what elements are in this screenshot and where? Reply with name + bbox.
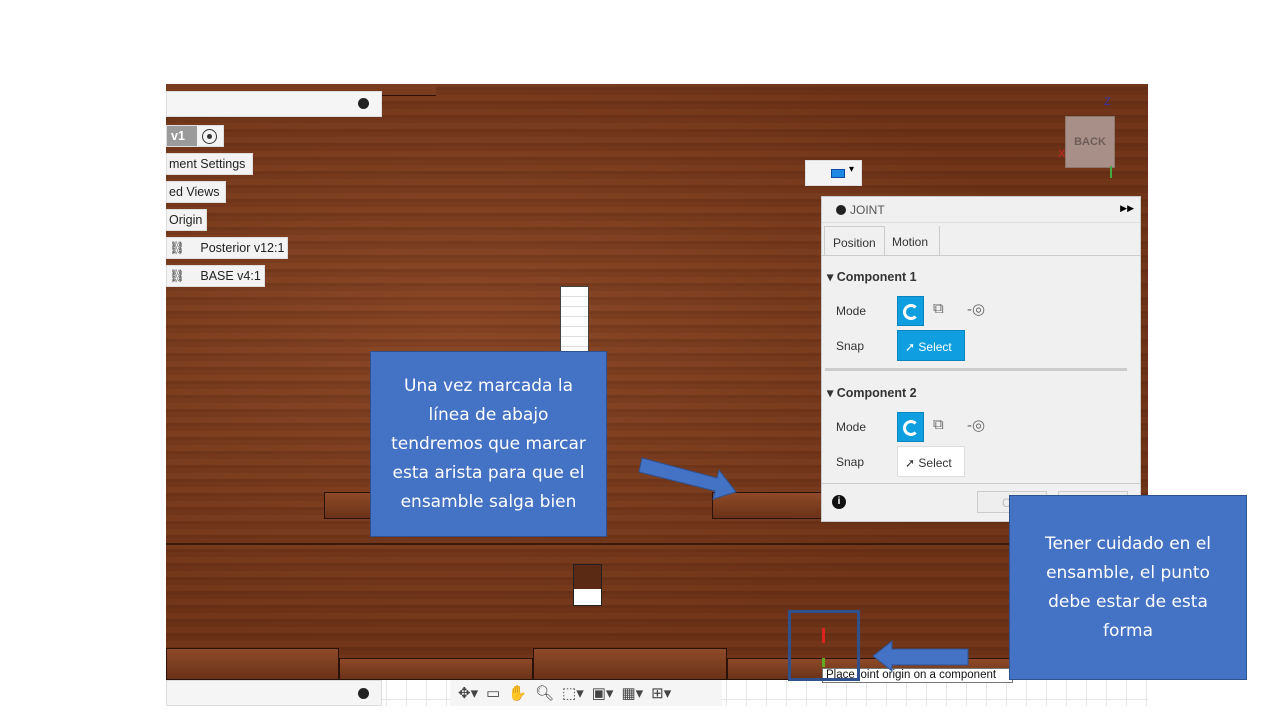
link-icon: ⛓ bbox=[169, 241, 185, 255]
tab-motion[interactable]: Motion bbox=[885, 226, 940, 255]
link-icon: ⛓ bbox=[169, 269, 185, 283]
joint-title: JOINT bbox=[850, 203, 885, 217]
snap-select-button[interactable]: ➚ Select bbox=[897, 446, 965, 477]
component2-heading[interactable]: ▾ Component 2 bbox=[827, 385, 917, 400]
tab-position[interactable]: Position bbox=[824, 226, 885, 256]
viewports-icon[interactable]: ⊞▾ bbox=[651, 684, 671, 702]
chevron-down-icon[interactable]: ▾ bbox=[849, 164, 854, 175]
fusion-viewport[interactable]: v1 ment Settings ed Views Origin ⛓ Poste… bbox=[166, 84, 1148, 706]
callout-left: Una vez marcada la línea de abajo tendre… bbox=[370, 351, 607, 537]
mode-label: Mode bbox=[836, 420, 867, 434]
callout-right: Tener cuidado en el ensamble, el punto d… bbox=[1009, 495, 1247, 680]
browser-item[interactable]: Origin bbox=[166, 209, 207, 231]
browser-item[interactable]: ⛓ BASE v4:1 bbox=[166, 265, 265, 287]
component1-heading[interactable]: ▾ Component 1 bbox=[827, 269, 917, 284]
display-settings-icon[interactable]: ▣▾ bbox=[592, 684, 614, 702]
axis-y-marker bbox=[1110, 166, 1112, 178]
arrow-left bbox=[872, 639, 969, 673]
plank-left-tab bbox=[324, 492, 372, 519]
display-toolbar[interactable]: ▾ bbox=[805, 160, 862, 186]
collapse-icon[interactable] bbox=[836, 205, 846, 215]
slot-small bbox=[573, 564, 602, 606]
browser-root[interactable]: v1 bbox=[166, 125, 224, 147]
mode-label: Mode bbox=[836, 304, 867, 318]
grid-icon[interactable]: ▦▾ bbox=[621, 684, 643, 702]
between-two-faces-icon[interactable]: ⧉ bbox=[933, 300, 944, 317]
expand-plus-icon[interactable] bbox=[358, 688, 369, 699]
snap-label: Snap bbox=[836, 455, 865, 469]
activate-radio-icon[interactable] bbox=[202, 129, 217, 144]
highlight-box bbox=[788, 610, 860, 681]
snap-select-button[interactable]: ➚ Select bbox=[897, 330, 965, 361]
simple-icon bbox=[903, 420, 919, 436]
navigation-toolbar: ✥▾ ▭ ✋ 🔍︎ ⬚▾ ▣▾ ▦▾ ⊞▾ bbox=[450, 680, 722, 706]
plank-bottom-1 bbox=[166, 648, 339, 680]
simple-icon bbox=[903, 304, 919, 320]
browser-item[interactable]: ment Settings bbox=[166, 153, 253, 175]
browser-header bbox=[166, 91, 382, 117]
mode-simple-button[interactable] bbox=[897, 296, 924, 326]
root-label: v1 bbox=[167, 126, 197, 146]
two-edge-intersection-icon[interactable]: -◎ bbox=[967, 300, 985, 318]
two-edge-intersection-icon[interactable]: -◎ bbox=[967, 416, 985, 434]
joint-panel: JOINT ▶▶ Position Motion ▾ Component 1 M… bbox=[821, 196, 1141, 522]
orbit-icon[interactable]: ✥▾ bbox=[458, 684, 478, 702]
browser-item[interactable]: ed Views bbox=[166, 181, 226, 203]
info-icon[interactable]: i bbox=[832, 495, 846, 509]
mode-simple-button[interactable] bbox=[897, 412, 924, 442]
browser-item[interactable]: ⛓ Posterior v12:1 bbox=[166, 237, 288, 259]
comments-panel bbox=[166, 680, 382, 706]
viewcube[interactable]: BACK bbox=[1065, 116, 1115, 168]
joint-header: JOINT ▶▶ bbox=[822, 197, 1140, 223]
edge-line bbox=[166, 543, 1148, 545]
look-at-icon[interactable]: ▭ bbox=[486, 684, 500, 702]
arrow-right-down bbox=[638, 457, 737, 500]
zoom-icon[interactable]: 🔍︎ bbox=[535, 684, 554, 702]
plank-bottom-2 bbox=[339, 658, 533, 680]
snap-label: Snap bbox=[836, 339, 865, 353]
axis-x-label: X bbox=[1058, 148, 1066, 160]
pan-hand-icon[interactable]: ✋ bbox=[508, 684, 527, 702]
collapse-icon[interactable] bbox=[358, 98, 369, 109]
fit-icon[interactable]: ⬚▾ bbox=[562, 684, 584, 702]
plank-bottom-3 bbox=[533, 648, 727, 680]
expand-icon[interactable]: ▶▶ bbox=[1120, 203, 1134, 214]
display-mode-icon[interactable] bbox=[831, 169, 845, 178]
between-two-faces-icon[interactable]: ⧉ bbox=[933, 416, 944, 433]
axis-z-label: Z bbox=[1104, 96, 1111, 108]
